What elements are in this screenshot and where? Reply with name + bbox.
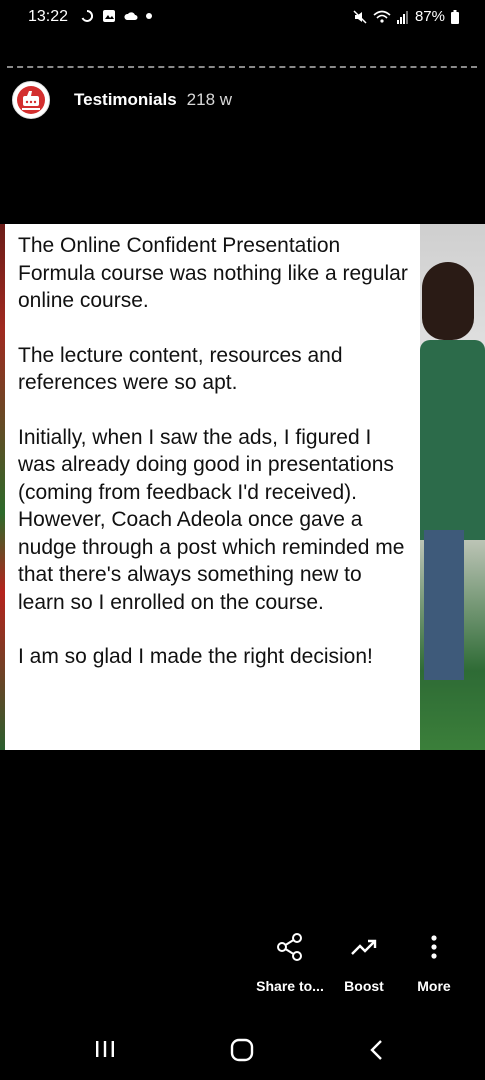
testimonial-paragraph: I am so glad I made the right decision! [18,645,373,668]
gallery-icon [103,10,115,22]
story-header: Testimonials 218 w [12,80,232,120]
home-button[interactable] [230,1038,254,1062]
boost-label: Boost [344,978,384,994]
battery-percent: 87% [414,8,445,25]
battery-icon [451,9,459,24]
story-actions: Share to... Boost More [0,930,485,1010]
wifi-icon [373,10,391,23]
testimonial-paragraph: The lecture content, resources and refer… [18,343,343,395]
system-nav-bar [0,1030,485,1070]
more-vertical-icon [429,930,439,964]
recents-button[interactable] [94,1038,116,1060]
page-avatar[interactable] [12,81,50,119]
testimonial-paragraph: The Online Confident Presentation Formul… [18,234,408,312]
share-button[interactable]: Share to... [254,930,326,994]
photo-person-body [420,340,485,540]
page-name[interactable]: Testimonials [74,90,177,110]
signal-icon [396,10,408,24]
photo-person-legs [424,530,464,680]
mute-icon [353,9,367,24]
status-time: 13:22 [28,8,69,25]
status-bar: 13:22 87% [0,0,485,36]
testimonial-card: The Online Confident Presentation Formul… [5,224,420,750]
more-button[interactable]: More [410,930,458,994]
back-icon [370,1040,382,1060]
home-icon [230,1038,254,1062]
share-label: Share to... [256,978,324,994]
photo-person-head [422,262,474,340]
cloud-icon [124,12,138,20]
sync-icon [81,9,94,22]
post-age: 218 w [186,90,233,109]
testimonial-paragraph: Initially, when I saw the ads, I figured… [18,425,405,614]
brand-logo-icon [17,86,45,114]
recents-icon [96,1041,114,1057]
dot-icon [146,13,152,19]
story-progress-track [7,66,477,70]
boost-button[interactable]: Boost [338,930,390,994]
share-icon [275,930,305,964]
status-right-icons: 87% [353,8,459,25]
boost-trend-icon [349,930,379,964]
status-notification-icons [80,9,152,23]
more-label: More [417,978,451,994]
back-button[interactable] [368,1038,386,1062]
